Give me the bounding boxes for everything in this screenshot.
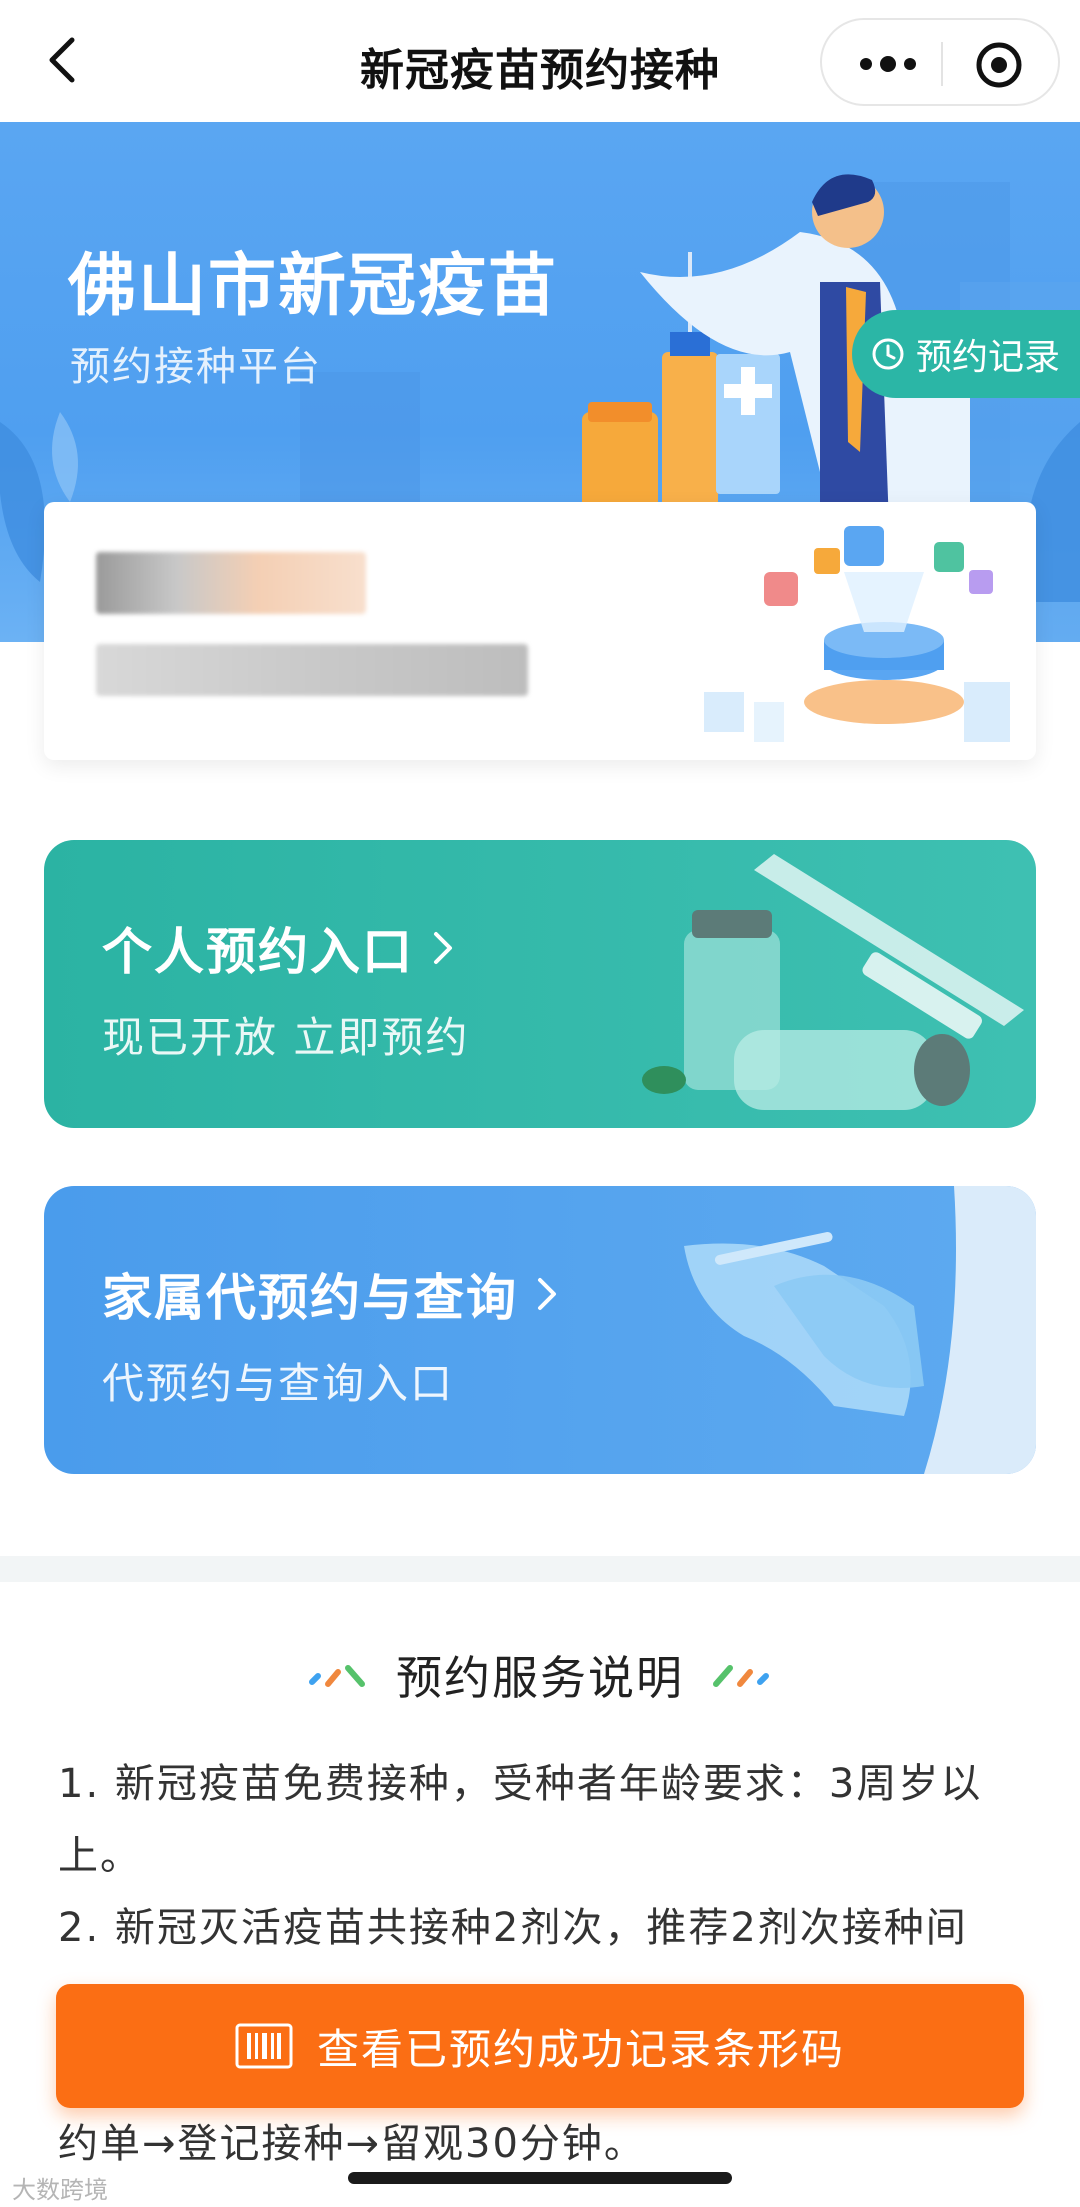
notes-heading: 预约服务说明 — [0, 1642, 1080, 1708]
vaccine-vial-syringe-illustration — [642, 854, 1024, 1110]
family-entry-title-text: 家属代预约与查询 — [102, 1269, 518, 1327]
view-barcode-label: 查看已预约成功记录条形码 — [316, 2024, 845, 2074]
notes-line: 1. 新冠疫苗免费接种，受种者年龄要求：3周岁以 — [58, 1761, 983, 1807]
close-mini-program-icon[interactable] — [974, 40, 1024, 90]
data-platform-illustration — [704, 526, 1010, 742]
clock-icon — [872, 338, 904, 370]
personal-appointment-entry[interactable]: 个人预约入口 现已开放 立即预约 — [44, 840, 1036, 1128]
watermark: 大数跨境 — [12, 2176, 108, 2204]
view-barcode-button[interactable]: 查看已预约成功记录条形码 — [56, 1984, 1024, 2108]
banner-title: 佛山市新冠疫苗 — [68, 247, 559, 326]
record-button-label: 预约记录 — [916, 337, 1061, 378]
blurred-user-name — [96, 552, 366, 614]
banner-subtitle: 预约接种平台 — [70, 344, 322, 390]
section-divider — [0, 1556, 1080, 1582]
family-entry-title: 家属代预约与查询 — [102, 1258, 560, 1330]
capsule-divider — [941, 42, 943, 86]
family-proxy-entry[interactable]: 家属代预约与查询 代预约与查询入口 — [44, 1186, 1036, 1474]
personal-entry-title: 个人预约入口 — [102, 912, 456, 984]
appointment-record-button[interactable]: 预约记录 — [852, 310, 1080, 398]
decorative-dashes-right-icon — [713, 1665, 769, 1687]
personal-entry-subtitle: 现已开放 立即预约 — [102, 1013, 470, 1062]
personal-entry-title-text: 个人预约入口 — [102, 923, 414, 981]
notes-line: 上。 — [58, 1833, 142, 1879]
notes-body: 1. 新冠疫苗免费接种，受种者年龄要求：3周岁以 上。 2. 新冠灭活疫苗共接种… — [58, 1748, 1028, 1964]
nav-bar: 新冠疫苗预约接种 — [0, 0, 1080, 122]
family-entry-subtitle: 代预约与查询入口 — [102, 1359, 455, 1408]
mini-program-capsule — [820, 18, 1060, 106]
notes-tail-line: 约单→登记接种→留观30分钟。 — [58, 2121, 646, 2167]
home-indicator[interactable] — [348, 2172, 732, 2184]
gloved-hands-illustration — [684, 1186, 1036, 1474]
blurred-user-id — [96, 644, 528, 696]
more-options-icon[interactable] — [858, 50, 918, 78]
chevron-right-icon — [434, 932, 452, 964]
notes-line: 2. 新冠灭活疫苗共接种2剂次，推荐2剂次接种间 — [58, 1905, 968, 1951]
chevron-right-icon — [538, 1278, 556, 1310]
decorative-dashes-left-icon — [309, 1665, 365, 1687]
user-info-card — [44, 502, 1036, 760]
notes-heading-text: 预约服务说明 — [396, 1651, 684, 1705]
barcode-icon — [235, 2023, 293, 2069]
